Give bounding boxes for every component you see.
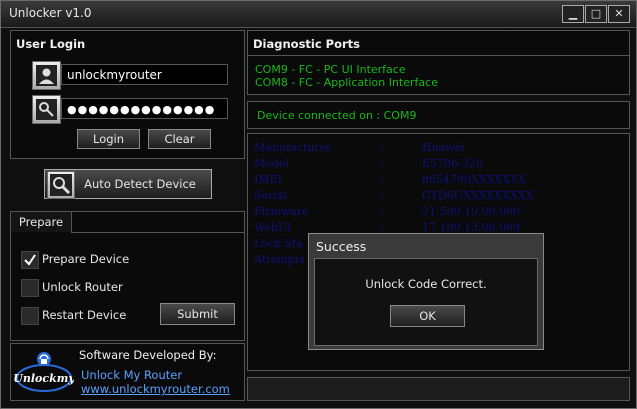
username-field[interactable]: unlockmyrouter	[61, 64, 228, 85]
app-window: Unlocker v1.0 ▁ □ ✕ User Login unlockmyr…	[0, 0, 637, 409]
device-info-separator: :	[380, 173, 384, 186]
user-login-title: User Login	[16, 37, 86, 51]
submit-button[interactable]: Submit	[160, 303, 235, 325]
tab-prepare[interactable]: Prepare	[11, 212, 72, 233]
unlockmyrouter-logo: Unlockmy	[13, 348, 76, 396]
diagnostic-ports-panel: Diagnostic Ports COM9 - FC - PC UI Inter…	[247, 30, 630, 95]
developer-panel: Unlockmy Software Developed By: Unlock M…	[10, 343, 245, 401]
prepare-panel: Prepare Prepare Device Unlock Router Res…	[10, 211, 245, 341]
status-bar	[247, 377, 630, 401]
device-info-separator: :	[380, 141, 384, 154]
success-dialog: Success Unlock Code Correct. OK	[308, 233, 544, 350]
device-info-separator: :	[380, 205, 384, 218]
magnifier-icon	[47, 171, 75, 199]
developed-by-heading: Software Developed By:	[79, 348, 217, 362]
user-login-panel: User Login unlockmyrouter ●●●●●●●●●●●●●●…	[10, 30, 245, 159]
restart-device-checkbox[interactable]	[21, 307, 39, 325]
device-info-label: Lock Sta	[254, 237, 303, 250]
unlock-router-checkbox[interactable]	[21, 279, 39, 297]
maximize-icon: □	[590, 7, 602, 20]
login-button[interactable]: Login	[77, 129, 140, 149]
device-info-value: 8654780XXXXXXX	[422, 173, 526, 186]
dialog-title: Success	[316, 239, 367, 254]
unlock-router-label: Unlock Router	[42, 280, 123, 294]
device-info-value: Huawei	[422, 141, 465, 154]
ok-button[interactable]: OK	[390, 305, 465, 327]
restart-device-label: Restart Device	[42, 308, 127, 322]
device-info-value: E5786-320	[422, 157, 483, 170]
dialog-message: Unlock Code Correct.	[365, 277, 487, 291]
device-info-value: GYD6UXXXXXXXXX	[422, 189, 534, 202]
maximize-button[interactable]: □	[585, 5, 607, 23]
device-info-value: 21.500.19.00.000	[422, 205, 520, 218]
device-info-label: Serial	[254, 189, 287, 202]
device-info-separator: :	[380, 189, 384, 202]
developer-name: Unlock My Router	[81, 368, 183, 382]
window-title: Unlocker v1.0	[9, 6, 92, 20]
port-item[interactable]: COM9 - FC - PC UI Interface	[255, 63, 406, 76]
auto-detect-label: Auto Detect Device	[84, 177, 196, 191]
device-info-label: Attempts	[254, 253, 305, 266]
connection-status-text: Device connected on : COM9	[257, 109, 417, 122]
device-info-label: Manufacturer	[254, 141, 332, 154]
device-info-label: WebUI	[254, 221, 292, 234]
prepare-device-checkbox[interactable]	[21, 251, 39, 269]
device-info-separator: :	[380, 157, 384, 170]
password-field[interactable]: ●●●●●●●●●●●●●●	[61, 98, 228, 119]
device-info-label: Firmware	[254, 205, 309, 218]
device-info-label: Model	[254, 157, 289, 170]
minimize-icon: ▁	[568, 7, 578, 20]
panel-divider	[248, 55, 629, 56]
close-icon: ✕	[614, 7, 624, 20]
device-info-label: IMEI	[254, 173, 282, 186]
connection-status-panel: Device connected on : COM9	[247, 101, 630, 129]
prepare-device-label: Prepare Device	[42, 252, 130, 266]
logo-text: Unlockmy	[14, 372, 74, 385]
developer-url-link[interactable]: www.unlockmyrouter.com	[81, 382, 230, 396]
minimize-button[interactable]: ▁	[562, 5, 584, 23]
user-icon	[32, 61, 61, 90]
clear-button[interactable]: Clear	[148, 129, 211, 149]
dialog-body: Unlock Code Correct. OK	[314, 258, 538, 346]
diagnostic-ports-title: Diagnostic Ports	[253, 37, 361, 51]
tab-divider	[71, 232, 244, 233]
port-item[interactable]: COM8 - FC - Application Interface	[255, 76, 438, 89]
title-bar[interactable]: Unlocker v1.0 ▁ □ ✕	[1, 1, 636, 28]
key-icon	[32, 95, 61, 124]
close-button[interactable]: ✕	[608, 5, 630, 23]
